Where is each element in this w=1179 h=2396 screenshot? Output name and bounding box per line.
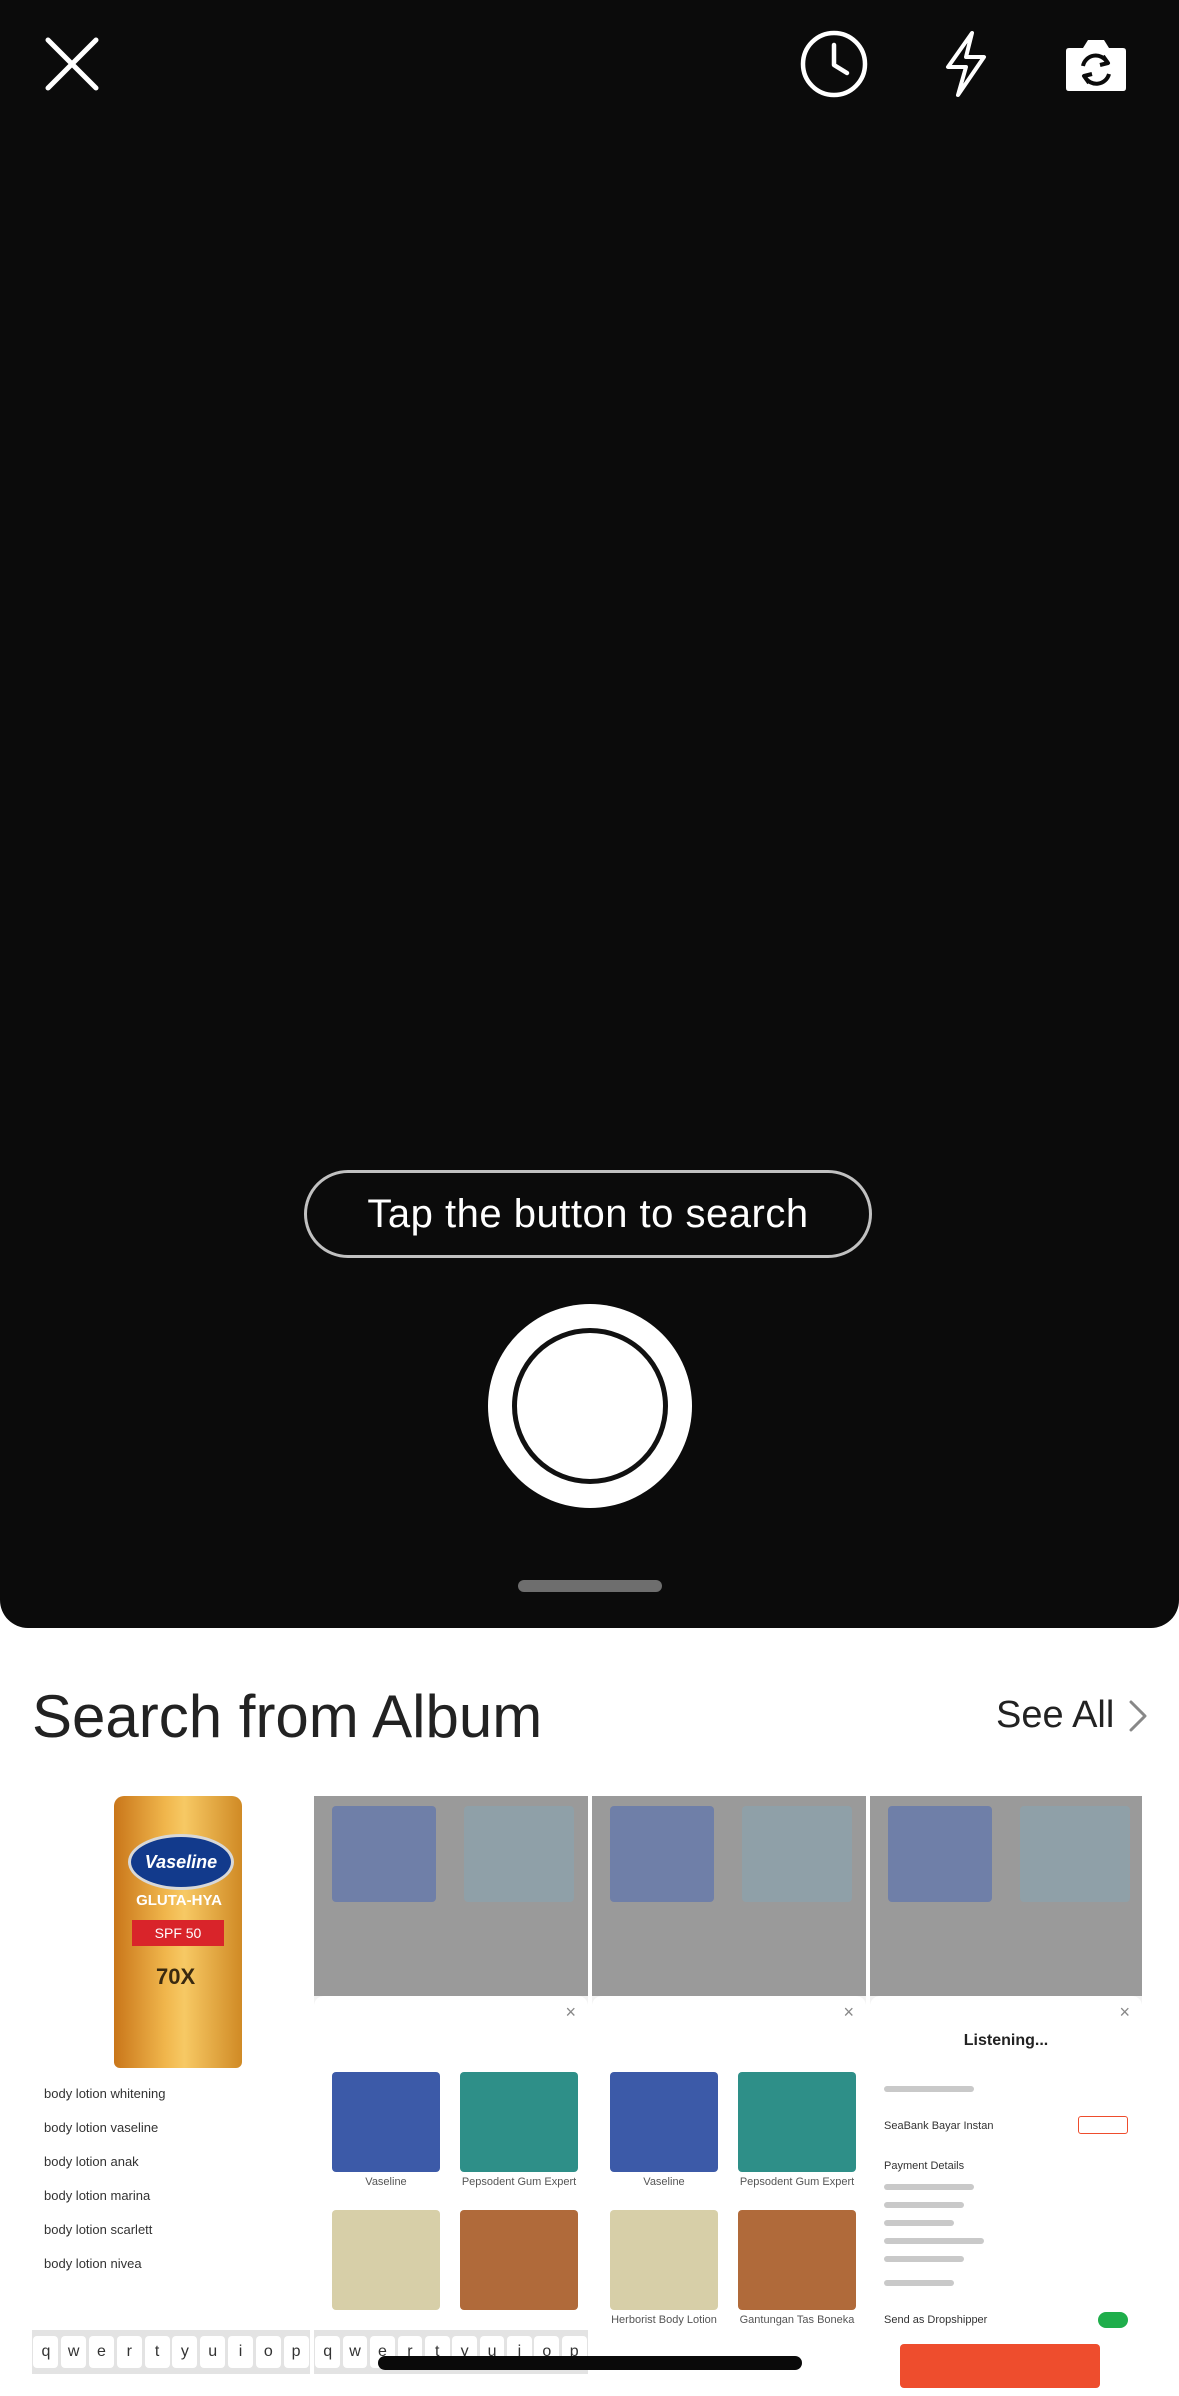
close-icon bbox=[45, 37, 99, 91]
text-line bbox=[884, 2280, 954, 2286]
product-image bbox=[610, 1806, 714, 1902]
shutter-inner-ring bbox=[512, 1328, 668, 1484]
text-line bbox=[884, 2238, 984, 2244]
key: i bbox=[227, 2336, 253, 2368]
album-thumbnail-3[interactable]: × Vaseline Pepsodent Gum Expert Herboris… bbox=[592, 1796, 866, 2396]
bottom-sheet-preview: × Vaseline Pepsodent Gum Expert Herboris… bbox=[592, 1996, 866, 2396]
product-label: Vaseline bbox=[365, 2176, 407, 2188]
product-image bbox=[738, 2210, 856, 2310]
keyboard-row: q w e r t y u i o p bbox=[32, 2330, 310, 2374]
close-icon: × bbox=[565, 2002, 576, 2022]
home-indicator[interactable] bbox=[378, 2356, 802, 2370]
see-all-label: See All bbox=[996, 1694, 1115, 1736]
suggestion-item: body lotion scarlett bbox=[44, 2222, 153, 2237]
album-thumbnail-1[interactable]: Vaseline GLUTA-HYA SPF 50 70X body lotio… bbox=[32, 1796, 310, 2396]
album-section-title: Search from Album bbox=[32, 1683, 543, 1750]
search-hint-pill: Tap the button to search bbox=[304, 1170, 872, 1258]
product-image bbox=[738, 2072, 856, 2172]
spf-badge: SPF 50 bbox=[132, 1920, 224, 1946]
suggestion-item: body lotion nivea bbox=[44, 2256, 142, 2271]
suggestion-item: body lotion vaseline bbox=[44, 2120, 159, 2135]
text-line bbox=[884, 2086, 974, 2092]
activate-button bbox=[1078, 2116, 1128, 2134]
product-image bbox=[460, 2210, 578, 2310]
key: e bbox=[88, 2336, 114, 2368]
close-icon: × bbox=[1119, 2002, 1130, 2022]
see-all-link[interactable]: See All bbox=[996, 1694, 1148, 1737]
album-thumbnail-4[interactable]: × Listening... SeaBank Bayar Instan Paym… bbox=[870, 1796, 1142, 2396]
key: t bbox=[144, 2336, 170, 2368]
dimmed-background bbox=[314, 1796, 588, 1996]
product-image bbox=[610, 2072, 718, 2172]
camera-viewfinder[interactable]: Tap the button to search bbox=[0, 0, 1179, 1628]
text-line bbox=[884, 2202, 964, 2208]
product-label: Pepsodent Gum Expert bbox=[461, 2176, 577, 2188]
suggestion-item: body lotion marina bbox=[44, 2188, 151, 2203]
product-label: Vaseline bbox=[643, 2176, 685, 2188]
close-button[interactable] bbox=[30, 22, 114, 106]
key: p bbox=[283, 2336, 309, 2368]
product-label: Gantungan Tas Boneka bbox=[739, 2314, 855, 2326]
drag-handle[interactable] bbox=[518, 1580, 662, 1592]
product-image bbox=[332, 2210, 440, 2310]
product-image bbox=[460, 2072, 578, 2172]
product-claim: 70X bbox=[156, 1964, 196, 1989]
bottom-sheet-preview: × Vaseline Pepsodent Gum Expert q w e r … bbox=[314, 1996, 588, 2396]
product-image bbox=[610, 2210, 718, 2310]
product-label: Herborist Body Lotion bbox=[611, 2314, 717, 2326]
screenshot-search-suggestions: body lotion whitening body lotion vaseli… bbox=[32, 2068, 310, 2396]
close-icon: × bbox=[843, 2002, 854, 2022]
dimmed-background bbox=[592, 1796, 866, 1996]
dimmed-background bbox=[870, 1796, 1142, 1996]
shutter-button[interactable] bbox=[488, 1304, 692, 1508]
flash-button[interactable] bbox=[924, 22, 1008, 106]
suggestion-item: body lotion whitening bbox=[44, 2086, 166, 2101]
key: r bbox=[116, 2336, 142, 2368]
suggestion-item: body lotion anak bbox=[44, 2154, 139, 2169]
key: w bbox=[342, 2336, 368, 2368]
switch-camera-button[interactable] bbox=[1054, 22, 1138, 106]
text-line bbox=[884, 2256, 964, 2262]
album-thumbnail-2[interactable]: × Vaseline Pepsodent Gum Expert q w e r … bbox=[314, 1796, 588, 2396]
bank-label: SeaBank Bayar Instan bbox=[884, 2120, 994, 2132]
product-image bbox=[888, 1806, 992, 1902]
key: q bbox=[315, 2336, 341, 2368]
bottom-sheet-preview: × Listening... SeaBank Bayar Instan Paym… bbox=[870, 1996, 1142, 2396]
voucher-banner bbox=[900, 2344, 1100, 2388]
product-image bbox=[742, 1806, 852, 1902]
text-line bbox=[884, 2184, 974, 2190]
key: u bbox=[200, 2336, 226, 2368]
key: q bbox=[33, 2336, 59, 2368]
product-image bbox=[332, 2072, 440, 2172]
product-name: GLUTA-HYA bbox=[136, 1892, 222, 1909]
key: o bbox=[255, 2336, 281, 2368]
chevron-right-icon bbox=[1129, 1700, 1147, 1731]
product-label: Pepsodent Gum Expert bbox=[739, 2176, 855, 2188]
key: w bbox=[61, 2336, 87, 2368]
history-button[interactable] bbox=[792, 22, 876, 106]
product-image bbox=[464, 1806, 574, 1902]
clock-icon bbox=[800, 30, 868, 98]
product-image bbox=[1020, 1806, 1130, 1902]
payment-details-title: Payment Details bbox=[884, 2160, 965, 2172]
toggle-switch bbox=[1098, 2312, 1128, 2328]
flash-icon bbox=[946, 31, 986, 97]
brand-logo: Vaseline bbox=[128, 1834, 234, 1890]
key: y bbox=[172, 2336, 198, 2368]
dropshipper-label: Send as Dropshipper bbox=[884, 2314, 988, 2326]
listening-label: Listening... bbox=[963, 2032, 1049, 2049]
product-image bbox=[332, 1806, 436, 1902]
camera-switch-icon bbox=[1066, 40, 1126, 91]
text-line bbox=[884, 2220, 954, 2226]
